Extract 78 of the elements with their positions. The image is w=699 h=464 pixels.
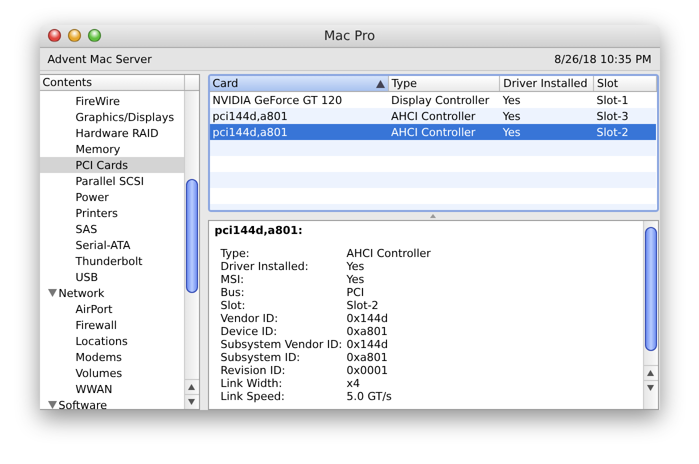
field-value: Yes xyxy=(346,260,366,273)
tree-item[interactable]: FireWire xyxy=(40,93,184,109)
field-value: Slot-2 xyxy=(346,299,380,312)
field-value: 0x144d xyxy=(346,312,389,325)
tree-item[interactable]: WWAN xyxy=(40,381,184,397)
table-cell: pci144d,a801 xyxy=(210,108,388,124)
table-cell: pci144d,a801 xyxy=(210,124,388,140)
tree-item[interactable]: AirPort xyxy=(40,301,184,317)
table-cell: Slot-1 xyxy=(593,92,656,108)
close-button[interactable] xyxy=(48,29,60,42)
scroll-thumb[interactable] xyxy=(644,227,656,351)
field-label: Type: xyxy=(220,247,250,260)
date-time: 8/26/18 10:35 PM xyxy=(554,52,652,66)
tree-item[interactable]: Memory xyxy=(40,141,184,157)
table-cell: AHCI Controller xyxy=(388,108,500,124)
field-value: 0xa801 xyxy=(346,351,389,364)
table-cell: Yes xyxy=(500,92,594,108)
tree-item[interactable]: PCI Cards xyxy=(40,157,184,173)
field-label: Driver Installed: xyxy=(220,260,310,273)
expanded-triangle-icon[interactable] xyxy=(48,289,56,297)
splitter-handle-icon[interactable] xyxy=(430,214,436,218)
tree-item[interactable]: Firewall xyxy=(40,317,184,333)
table-cell: Yes xyxy=(500,124,594,140)
field-label: Link Speed: xyxy=(220,390,286,403)
table-cell: AHCI Controller xyxy=(388,124,500,140)
field-label: Revision ID: xyxy=(220,364,286,377)
field-label: Subsystem ID: xyxy=(220,351,302,364)
column-header[interactable]: Type xyxy=(388,76,500,92)
tree-item[interactable]: Parallel SCSI xyxy=(40,173,184,189)
table-cell: NVIDIA GeForce GT 120 xyxy=(210,92,388,108)
field-value: x4 xyxy=(346,377,362,390)
tree-item[interactable]: USB xyxy=(40,269,184,285)
details-title: pci144d,a801: xyxy=(214,224,304,237)
tree-item[interactable]: Locations xyxy=(40,333,184,349)
column-header[interactable]: Driver Installed xyxy=(500,76,594,92)
table-row[interactable]: NVIDIA GeForce GT 120 Display Controller Yes Slot-1 xyxy=(210,92,656,108)
scrollbar[interactable] xyxy=(184,91,198,409)
tree-group-item[interactable]: Software xyxy=(40,397,184,409)
tree-item[interactable]: Thunderbolt xyxy=(40,253,184,269)
tree-item[interactable]: Graphics/Displays xyxy=(40,109,184,125)
tree-item[interactable]: SAS xyxy=(40,221,184,237)
field-label: Link Width: xyxy=(220,377,284,390)
field-value: 0x0001 xyxy=(346,364,390,377)
sort-ascending-icon xyxy=(376,80,385,88)
tree-item[interactable]: Printers xyxy=(40,205,184,221)
tree-group-item[interactable]: Network xyxy=(40,285,184,301)
window-title: Mac Pro xyxy=(324,28,376,44)
field-value: Yes xyxy=(346,273,366,286)
zoom-button[interactable] xyxy=(88,29,100,42)
field-value: 5.0 GT/s xyxy=(346,390,393,403)
field-value: 0xa801 xyxy=(346,325,389,338)
tree-item[interactable]: Serial-ATA xyxy=(40,237,184,253)
tree-item[interactable]: Volumes xyxy=(40,365,184,381)
field-label: Slot: xyxy=(220,299,246,312)
tree-item[interactable]: Power xyxy=(40,189,184,205)
table-cell: Display Controller xyxy=(388,92,500,108)
column-header[interactable]: Card xyxy=(210,76,388,92)
scroll-thumb[interactable] xyxy=(186,179,198,293)
field-label: MSI: xyxy=(220,273,245,286)
table-row[interactable]: pci144d,a801 AHCI Controller Yes Slot-3 xyxy=(210,108,656,124)
field-value: AHCI Controller xyxy=(346,247,432,260)
field-label: Device ID: xyxy=(220,325,278,338)
minimize-button[interactable] xyxy=(68,29,80,42)
computer-name: Advent Mac Server xyxy=(48,52,152,66)
table-cell: Yes xyxy=(500,108,594,124)
table-cell: Slot-3 xyxy=(593,108,656,124)
table-row[interactable]: pci144d,a801 AHCI Controller Yes Slot-2 xyxy=(210,124,656,140)
scrollbar[interactable] xyxy=(642,221,658,409)
tree-item[interactable]: Modems xyxy=(40,349,184,365)
field-value: 0x144d xyxy=(346,338,389,351)
field-label: Vendor ID: xyxy=(220,312,280,325)
table-cell: Slot-2 xyxy=(593,124,656,140)
field-value: PCI xyxy=(346,286,366,299)
field-label: Subsystem Vendor ID: xyxy=(220,338,344,351)
field-label: Bus: xyxy=(220,286,246,299)
column-header[interactable]: Slot xyxy=(593,76,656,92)
tree-item[interactable]: Hardware RAID xyxy=(40,125,184,141)
expanded-triangle-icon[interactable] xyxy=(48,401,56,409)
